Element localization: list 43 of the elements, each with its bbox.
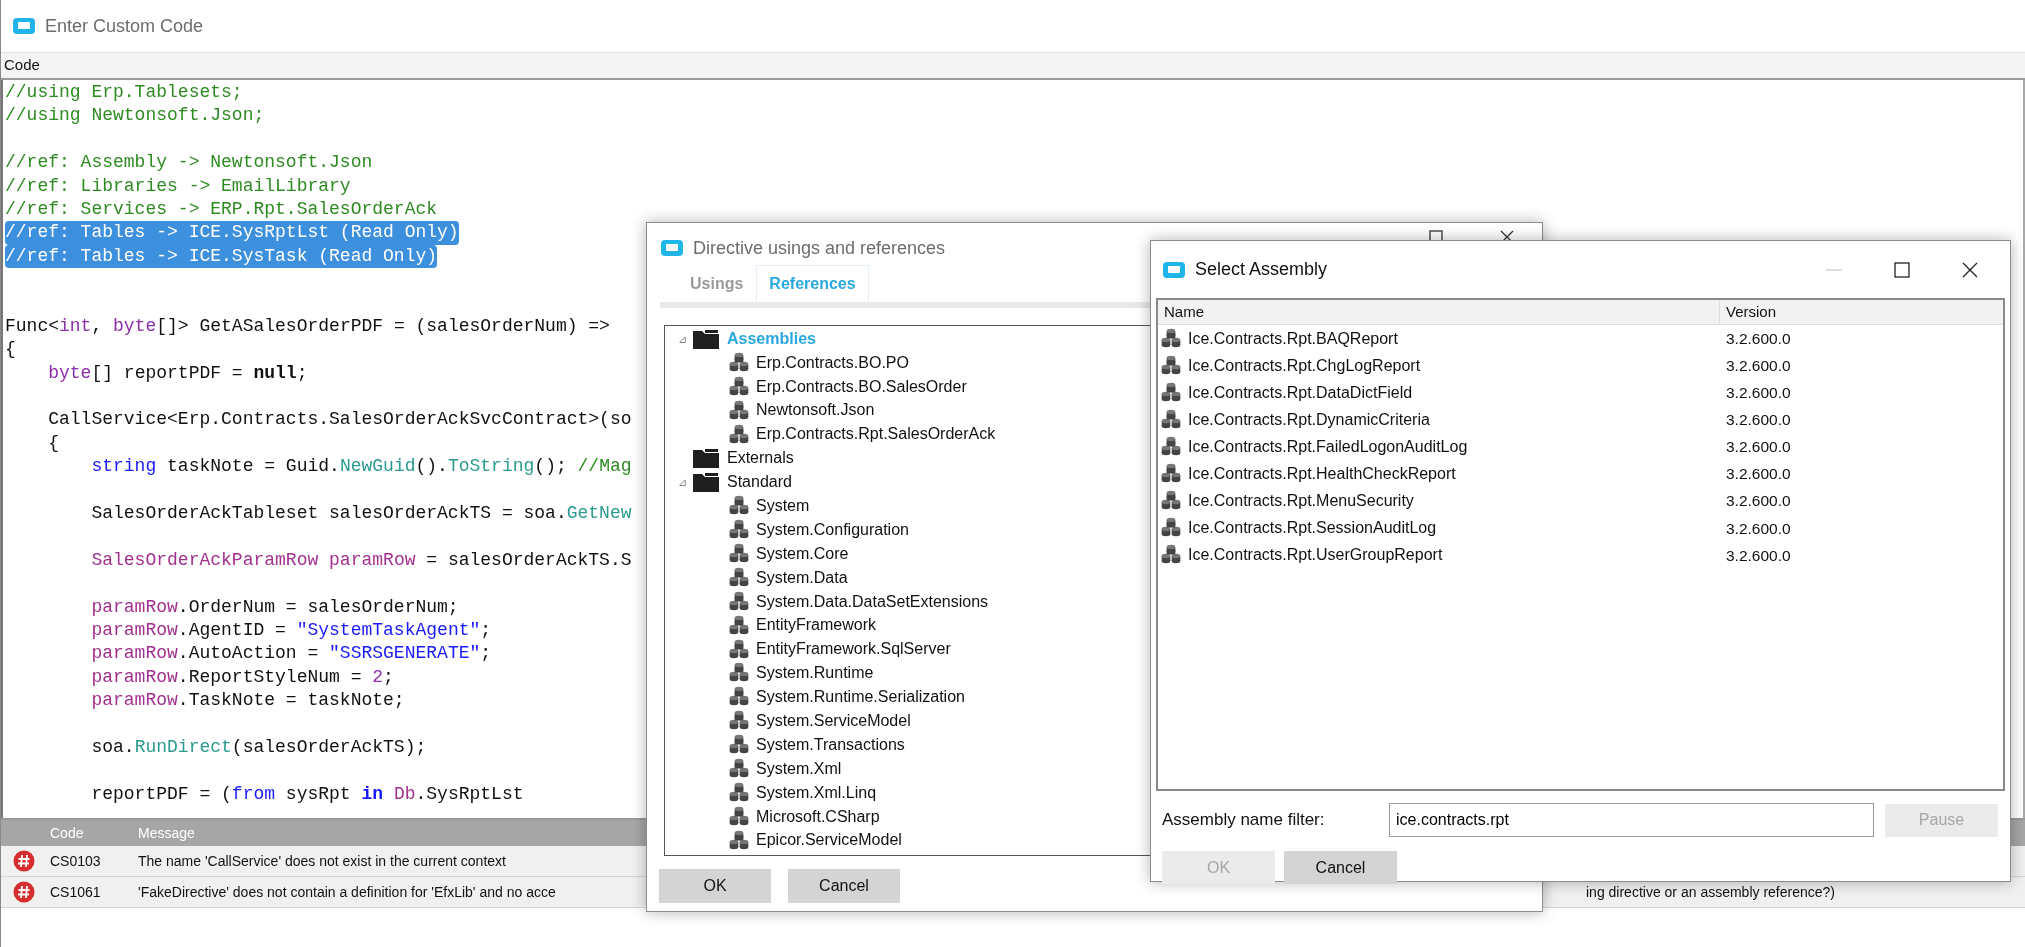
- column-header: Name: [1158, 300, 1720, 324]
- code-line: //using Newtonsoft.Json;: [5, 104, 265, 128]
- table-cell-text: 3.2.600.0: [1725, 383, 1791, 404]
- code-line: byte[] reportPDF = null;: [47, 361, 308, 385]
- table-cell-text: 3.2.600.0: [1725, 356, 1791, 376]
- table-cell-text: 3.2.600.0: [1725, 518, 1791, 539]
- code-line: {: [47, 431, 59, 455]
- code-line: soa.RunDirect(salesOrderAckTS);: [90, 735, 427, 759]
- dialog-title: Directive usings and references: [693, 236, 946, 260]
- code-line: SalesOrderAckTableset salesOrderAckTS = soa.GetNew: [90, 502, 632, 526]
- table-cell-text: 3.2.600.0: [1725, 491, 1791, 512]
- code-line: paramRow.ReportStyleNum = 2;: [90, 665, 394, 689]
- table-cell-text: 3.2.600.0: [1725, 410, 1791, 431]
- code-line: CallService<Erp.Contracts.SalesOrderAckSvcContract>(so: [47, 408, 632, 432]
- code-line: //ref: Assembly -> Newtonsoft.Json: [5, 151, 373, 175]
- column-header: Message: [137, 823, 195, 843]
- code-line: //using Erp.Tablesets;: [5, 81, 243, 104]
- table-cell-text: CS0103: [49, 851, 102, 871]
- section-label: Code: [4, 55, 40, 76]
- code-line: Func<int, byte[]> GetASalesOrderPDF = (salesOrderNum) =>: [5, 314, 610, 338]
- table-cell-text: CS1061: [49, 882, 102, 902]
- code-line: reportPDF = (from sysRpt in Db.SysRptLst: [90, 782, 524, 806]
- column-header: Code: [49, 823, 85, 843]
- table-cell-text: 3.2.600.0: [1725, 464, 1791, 485]
- code-line: {: [5, 338, 16, 362]
- column-header: Version: [1725, 301, 1777, 322]
- dialog-title: Select Assembly: [1195, 258, 1328, 281]
- code-line: string taskNote = Guid.NewGuid().ToString(); //Mag: [90, 455, 632, 479]
- table-cell-text: 3.2.600.0: [1725, 437, 1791, 458]
- table-cell-text: 'FakeDirective' does not contain a definition for 'EfxLib' and no acce: [137, 882, 556, 902]
- code-line: paramRow.OrderNum = salesOrderNum;: [90, 595, 459, 619]
- table-cell-text: 3.2.600.0: [1725, 328, 1791, 349]
- code-line: paramRow.TaskNote = taskNote;: [90, 689, 405, 713]
- code-line: paramRow.AutoAction = "SSRSGENERATE";: [90, 642, 492, 666]
- code-line: //ref: Libraries -> EmailLibrary: [5, 174, 351, 198]
- field-label: Assembly name filter:: [1161, 809, 1326, 832]
- window-title: Enter Custom Code: [45, 14, 204, 38]
- code-line: SalesOrderAckParamRow paramRow = salesOrderAckTS.S: [90, 548, 632, 572]
- code-line: paramRow.AgentID = "SystemTaskAgent";: [90, 619, 492, 642]
- code-line: //ref: Services -> ERP.Rpt.SalesOrderAck: [5, 197, 438, 221]
- table-cell-text: 3.2.600.0: [1725, 545, 1791, 566]
- table-cell-text: ing directive or an assembly reference?): [1586, 882, 1835, 902]
- table-cell-text: The name 'CallService' does not exist in the current context: [137, 851, 506, 871]
